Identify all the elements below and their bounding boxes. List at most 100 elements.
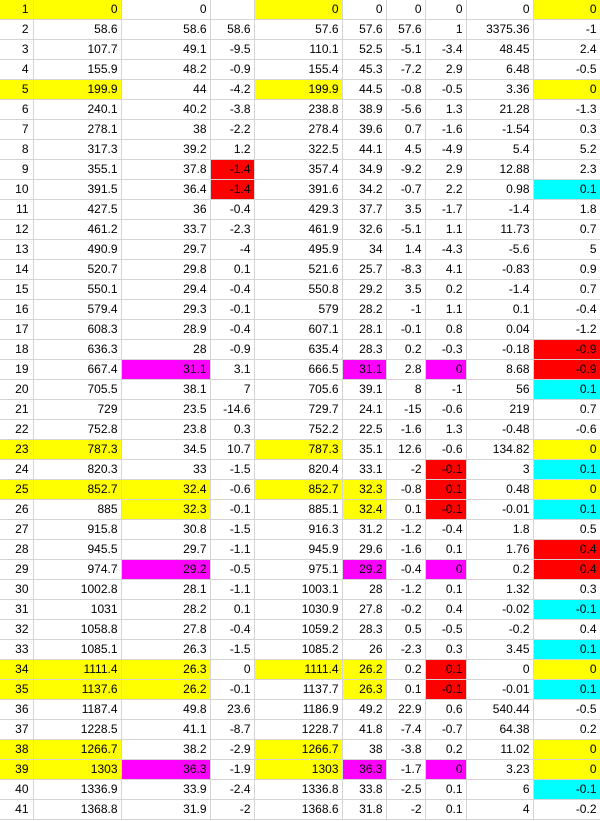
cell-r20-c2[interactable]: 705.5 — [33, 379, 122, 400]
cell-r2-c6[interactable]: 57.6 — [342, 19, 387, 40]
cell-r3-c2[interactable]: 107.7 — [33, 39, 122, 60]
cell-r38-c3[interactable]: 38.2 — [121, 739, 211, 760]
cell-r7-c10[interactable]: 0.3 — [533, 119, 600, 140]
cell-r1-c10[interactable]: 0 — [533, 0, 600, 20]
cell-r17-c2[interactable]: 608.3 — [33, 319, 122, 340]
cell-r38-c7[interactable]: -3.8 — [386, 739, 426, 760]
cell-r36-c8[interactable]: 0.6 — [425, 699, 467, 720]
cell-r39-c2[interactable]: 1303 — [33, 759, 122, 780]
cell-r19-c10[interactable]: -0.9 — [533, 359, 600, 380]
cell-r36-c10[interactable]: -0.5 — [533, 699, 600, 720]
cell-r21-c6[interactable]: 24.1 — [342, 399, 387, 420]
cell-r40-c3[interactable]: 33.9 — [121, 779, 211, 800]
cell-r6-c6[interactable]: 38.9 — [342, 99, 387, 120]
cell-r6-c3[interactable]: 40.2 — [121, 99, 211, 120]
cell-r40-c6[interactable]: 33.8 — [342, 779, 387, 800]
cell-r11-c2[interactable]: 427.5 — [33, 199, 122, 220]
cell-r11-c3[interactable]: 36 — [121, 199, 211, 220]
cell-r16-c4[interactable]: -0.1 — [210, 299, 255, 320]
cell-r33-c7[interactable]: -2.3 — [386, 639, 426, 660]
cell-r1-c5[interactable]: 0 — [254, 0, 343, 20]
cell-r7-c2[interactable]: 278.1 — [33, 119, 122, 140]
cell-r16-c6[interactable]: 28.2 — [342, 299, 387, 320]
cell-r7-c5[interactable]: 278.4 — [254, 119, 343, 140]
cell-r10-c8[interactable]: 2.2 — [425, 179, 467, 200]
cell-r26-c6[interactable]: 32.4 — [342, 499, 387, 520]
cell-r40-c5[interactable]: 1336.8 — [254, 779, 343, 800]
cell-r5-c4[interactable]: -4.2 — [210, 79, 255, 100]
cell-r40-c4[interactable]: -2.4 — [210, 779, 255, 800]
cell-r19-c4[interactable]: 3.1 — [210, 359, 255, 380]
cell-r31-c5[interactable]: 1030.9 — [254, 599, 343, 620]
cell-r41-c1[interactable]: 41 — [0, 799, 34, 820]
cell-r24-c5[interactable]: 820.4 — [254, 459, 343, 480]
cell-r36-c6[interactable]: 49.2 — [342, 699, 387, 720]
cell-r9-c5[interactable]: 357.4 — [254, 159, 343, 180]
cell-r3-c7[interactable]: -5.1 — [386, 39, 426, 60]
cell-r19-c6[interactable]: 31.1 — [342, 359, 387, 380]
cell-r27-c5[interactable]: 916.3 — [254, 519, 343, 540]
cell-r41-c7[interactable]: -2 — [386, 799, 426, 820]
cell-r4-c8[interactable]: 2.9 — [425, 59, 467, 80]
cell-r40-c10[interactable]: -0.1 — [533, 779, 600, 800]
cell-r31-c8[interactable]: 0.4 — [425, 599, 467, 620]
cell-r31-c1[interactable]: 31 — [0, 599, 34, 620]
cell-r2-c4[interactable]: 58.6 — [210, 19, 255, 40]
cell-r28-c1[interactable]: 28 — [0, 539, 34, 560]
cell-r40-c9[interactable]: 6 — [466, 779, 534, 800]
cell-r13-c9[interactable]: -5.6 — [466, 239, 534, 260]
cell-r14-c8[interactable]: 4.1 — [425, 259, 467, 280]
cell-r40-c2[interactable]: 1336.9 — [33, 779, 122, 800]
cell-r11-c10[interactable]: 1.8 — [533, 199, 600, 220]
cell-r25-c7[interactable]: -0.8 — [386, 479, 426, 500]
cell-r3-c5[interactable]: 110.1 — [254, 39, 343, 60]
cell-r24-c10[interactable]: 0.1 — [533, 459, 600, 480]
cell-r1-c7[interactable]: 0 — [386, 0, 426, 20]
cell-r39-c9[interactable]: 3.23 — [466, 759, 534, 780]
cell-r24-c4[interactable]: -1.5 — [210, 459, 255, 480]
cell-r2-c5[interactable]: 57.6 — [254, 19, 343, 40]
cell-r16-c1[interactable]: 16 — [0, 299, 34, 320]
cell-r35-c9[interactable]: -0.01 — [466, 679, 534, 700]
cell-r2-c7[interactable]: 57.6 — [386, 19, 426, 40]
cell-r21-c5[interactable]: 729.7 — [254, 399, 343, 420]
cell-r29-c6[interactable]: 29.2 — [342, 559, 387, 580]
cell-r35-c1[interactable]: 35 — [0, 679, 34, 700]
cell-r23-c8[interactable]: -0.6 — [425, 439, 467, 460]
cell-r6-c10[interactable]: -1.3 — [533, 99, 600, 120]
cell-r38-c9[interactable]: 11.02 — [466, 739, 534, 760]
cell-r38-c5[interactable]: 1266.7 — [254, 739, 343, 760]
cell-r24-c1[interactable]: 24 — [0, 459, 34, 480]
cell-r30-c5[interactable]: 1003.1 — [254, 579, 343, 600]
cell-r33-c5[interactable]: 1085.2 — [254, 639, 343, 660]
cell-r37-c8[interactable]: -0.7 — [425, 719, 467, 740]
cell-r32-c4[interactable]: -0.4 — [210, 619, 255, 640]
cell-r17-c8[interactable]: 0.8 — [425, 319, 467, 340]
cell-r25-c6[interactable]: 32.3 — [342, 479, 387, 500]
cell-r20-c7[interactable]: 8 — [386, 379, 426, 400]
cell-r41-c6[interactable]: 31.8 — [342, 799, 387, 820]
cell-r14-c7[interactable]: -8.3 — [386, 259, 426, 280]
cell-r27-c4[interactable]: -1.5 — [210, 519, 255, 540]
cell-r30-c9[interactable]: 1.32 — [466, 579, 534, 600]
cell-r27-c9[interactable]: 1.8 — [466, 519, 534, 540]
cell-r36-c2[interactable]: 1187.4 — [33, 699, 122, 720]
cell-r2-c1[interactable]: 2 — [0, 19, 34, 40]
cell-r33-c1[interactable]: 33 — [0, 639, 34, 660]
cell-r29-c5[interactable]: 975.1 — [254, 559, 343, 580]
cell-r11-c7[interactable]: 3.5 — [386, 199, 426, 220]
cell-r37-c9[interactable]: 64.38 — [466, 719, 534, 740]
cell-r18-c4[interactable]: -0.9 — [210, 339, 255, 360]
cell-r16-c3[interactable]: 29.3 — [121, 299, 211, 320]
cell-r36-c1[interactable]: 36 — [0, 699, 34, 720]
cell-r8-c10[interactable]: 5.2 — [533, 139, 600, 160]
cell-r17-c6[interactable]: 28.1 — [342, 319, 387, 340]
cell-r23-c9[interactable]: 134.82 — [466, 439, 534, 460]
cell-r40-c1[interactable]: 40 — [0, 779, 34, 800]
cell-r4-c1[interactable]: 4 — [0, 59, 34, 80]
cell-r17-c10[interactable]: -1.2 — [533, 319, 600, 340]
cell-r28-c9[interactable]: 1.76 — [466, 539, 534, 560]
cell-r38-c1[interactable]: 38 — [0, 739, 34, 760]
cell-r3-c3[interactable]: 49.1 — [121, 39, 211, 60]
cell-r5-c10[interactable]: 0 — [533, 79, 600, 100]
